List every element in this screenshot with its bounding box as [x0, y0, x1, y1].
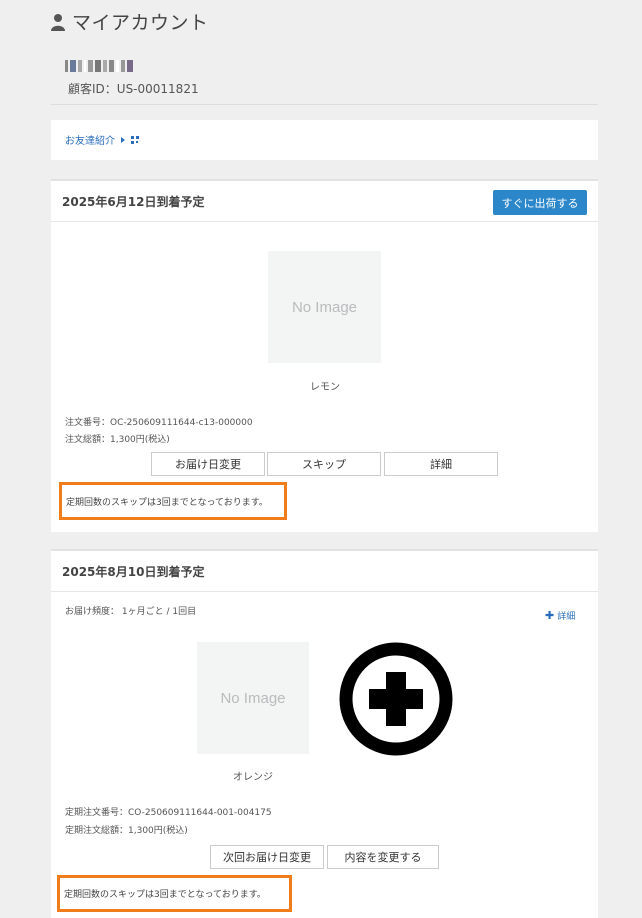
skip-button[interactable]: スキップ: [267, 452, 381, 476]
page-title: マイアカウント: [50, 8, 209, 35]
user-name-redacted: [65, 60, 133, 72]
page-title-text: マイアカウント: [72, 12, 209, 34]
divider: [51, 104, 598, 105]
add-circle-icon[interactable]: [339, 642, 453, 756]
plus-icon: ✚: [545, 609, 555, 622]
delivery-date: 2025年6月12日到着予定: [62, 195, 205, 209]
subscription-card: 2025年8月10日到着予定 お届け頻度： 1ヶ月ごと / 1回目 ✚ 詳細 N…: [51, 549, 598, 918]
change-delivery-date-button[interactable]: お届け日変更: [151, 452, 265, 476]
details-link-label: 詳細: [557, 612, 576, 622]
account-info: 顧客ID：US-00011821: [51, 48, 598, 104]
order-card: 2025年6月12日到着予定 すぐに出荷する No Image レモン 注文番号…: [51, 179, 598, 532]
change-next-delivery-button[interactable]: 次回お届け日変更: [210, 845, 324, 869]
delivery-frequency: お届け頻度： 1ヶ月ごと / 1回目: [65, 607, 197, 617]
subscription-order-number: 定期注文番号：CO-250609111644-001-004175: [65, 808, 272, 818]
referral-link[interactable]: お友達紹介: [65, 132, 139, 147]
referral-box: お友達紹介: [51, 120, 598, 160]
product-name: レモン: [310, 382, 340, 393]
skip-limit-notice: 定期回数のスキップは3回までとなっております。: [59, 482, 287, 520]
user-icon: [51, 13, 65, 31]
subscription-order-total: 定期注文総額：1,300円(税込): [65, 826, 188, 836]
product-name: オレンジ: [233, 772, 273, 783]
arrow-right-icon: [121, 136, 125, 143]
details-link[interactable]: ✚ 詳細: [545, 609, 575, 622]
details-button[interactable]: 詳細: [384, 452, 498, 476]
change-contents-button[interactable]: 内容を変更する: [327, 845, 439, 869]
product-image: No Image: [197, 642, 309, 754]
subscription-card-header: 2025年8月10日到着予定: [51, 551, 598, 592]
customer-id: 顧客ID：US-00011821: [68, 82, 199, 96]
order-number: 注文番号：OC-250609111644-c13-000000: [65, 418, 253, 428]
referral-label: お友達紹介: [65, 136, 115, 147]
order-total: 注文総額：1,300円(税込): [65, 435, 170, 445]
qr-code-icon: [131, 135, 139, 144]
delivery-date: 2025年8月10日到着予定: [62, 565, 205, 579]
skip-limit-notice: 定期回数のスキップは3回までとなっております。: [57, 875, 292, 912]
ship-now-button[interactable]: すぐに出荷する: [493, 190, 587, 215]
product-image: No Image: [268, 251, 381, 363]
order-card-header: 2025年6月12日到着予定 すぐに出荷する: [51, 181, 598, 222]
